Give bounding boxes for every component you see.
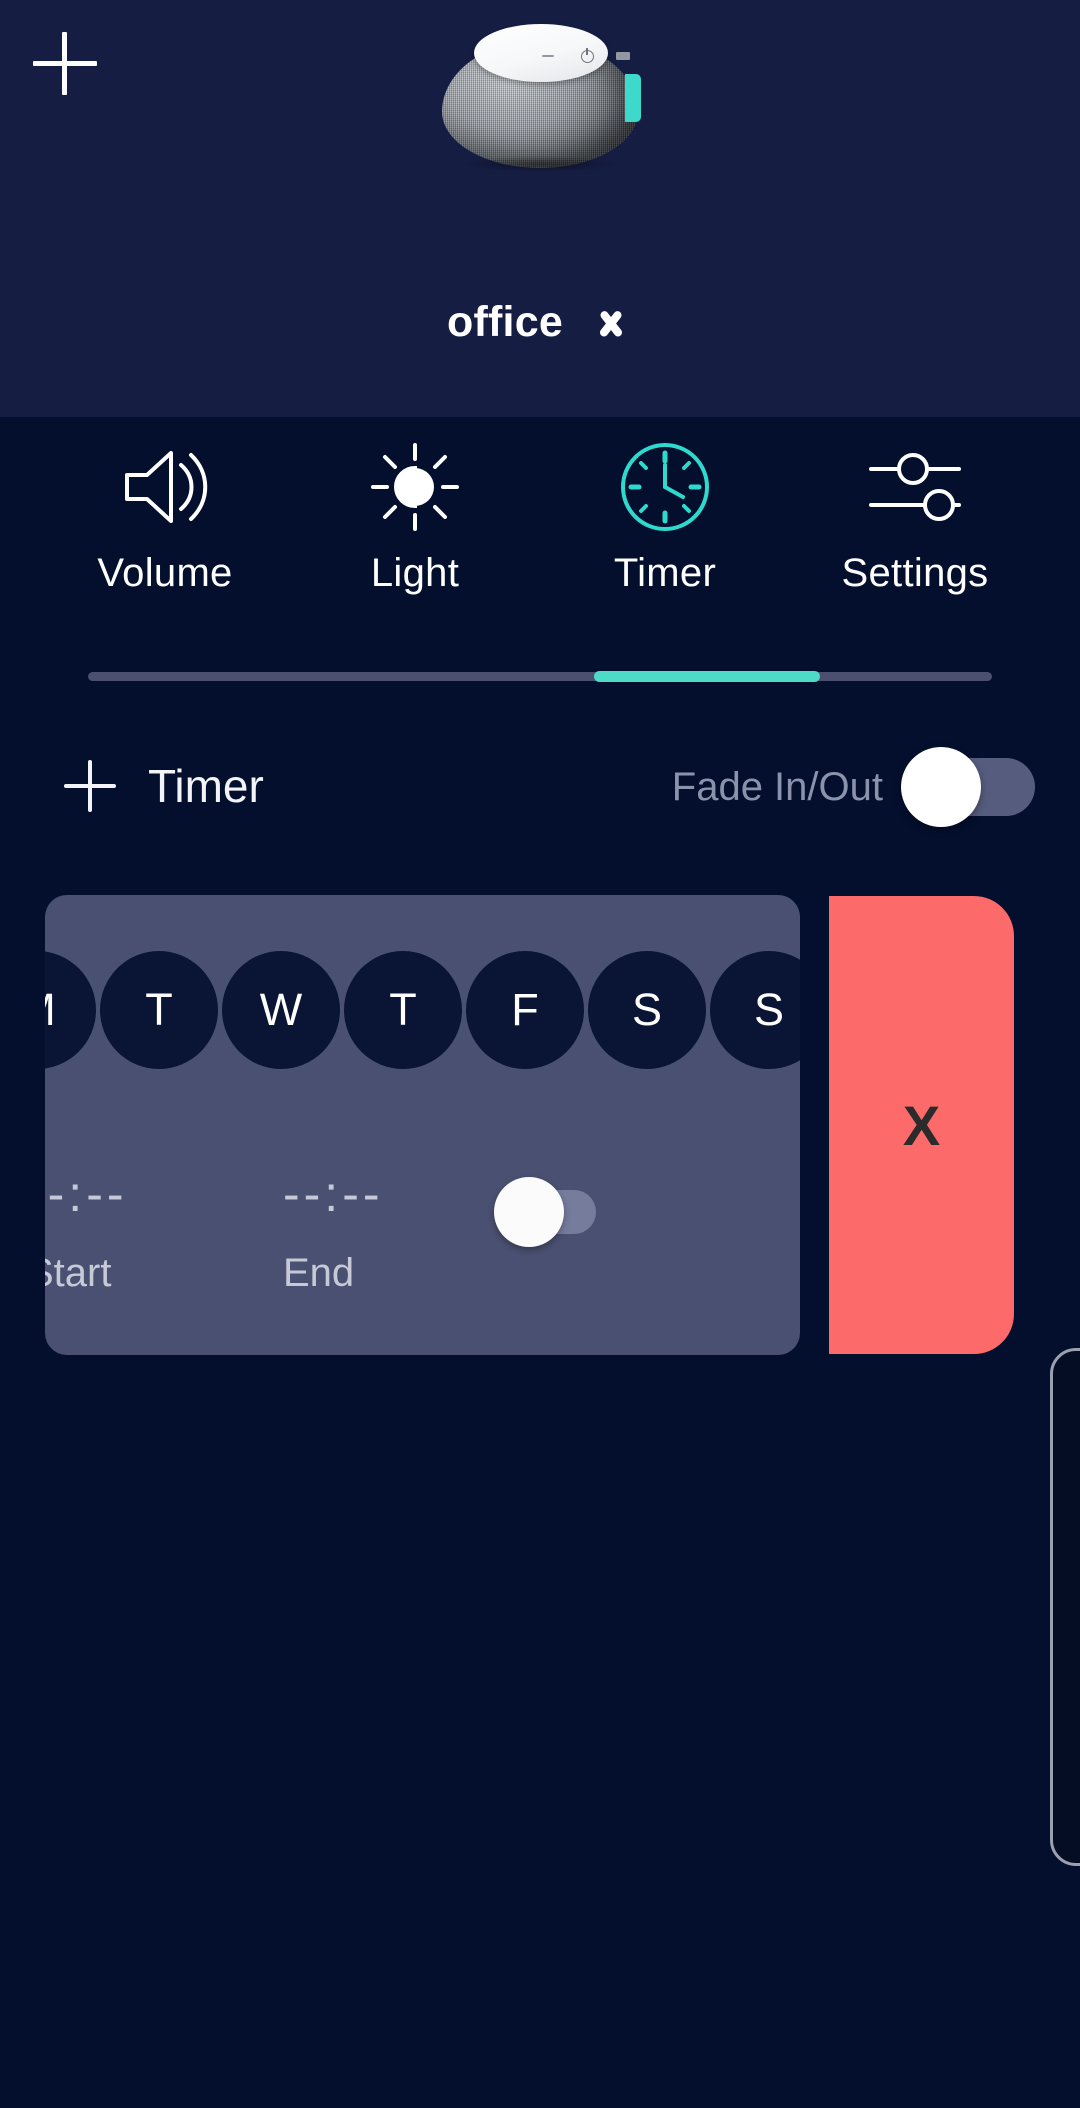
day-chip-thursday[interactable]: T bbox=[344, 951, 462, 1069]
day-chip-friday[interactable]: F bbox=[466, 951, 584, 1069]
plus-icon-vertical bbox=[62, 32, 67, 95]
clock-icon bbox=[615, 437, 715, 537]
tab-settings[interactable]: Settings bbox=[790, 437, 1040, 596]
day-chip-wednesday[interactable]: W bbox=[222, 951, 340, 1069]
end-time-field[interactable]: --:-- End bbox=[283, 1165, 533, 1296]
room-selector[interactable]: office bbox=[0, 298, 1080, 347]
device-image[interactable] bbox=[430, 18, 650, 188]
tab-volume[interactable]: Volume bbox=[40, 437, 290, 596]
start-time-caption: Start bbox=[45, 1251, 112, 1295]
day-chip-sunday[interactable]: S bbox=[710, 951, 800, 1069]
tab-timer[interactable]: Timer bbox=[540, 437, 790, 596]
device-brand-tag bbox=[625, 74, 641, 122]
add-device-button[interactable] bbox=[20, 18, 110, 108]
tab-volume-label: Volume bbox=[97, 551, 233, 595]
time-range-row: --:-- Start --:-- End bbox=[45, 1165, 800, 1355]
timer-enabled-toggle[interactable] bbox=[494, 1177, 596, 1247]
fade-in-out-label: Fade In/Out bbox=[671, 764, 883, 809]
start-time-field[interactable]: --:-- Start bbox=[45, 1165, 277, 1296]
delete-timer-button[interactable]: X bbox=[829, 896, 1014, 1354]
toggle-knob bbox=[901, 747, 981, 827]
sliders-icon bbox=[865, 437, 965, 537]
brightness-icon bbox=[365, 437, 465, 537]
room-name-label: office bbox=[447, 298, 563, 346]
device-top-panel bbox=[474, 24, 630, 82]
volume-icon bbox=[115, 437, 215, 537]
tab-bar: Volume Light Timer Settings bbox=[0, 417, 1080, 697]
end-time-caption: End bbox=[283, 1251, 355, 1295]
tab-light-label: Light bbox=[370, 551, 460, 595]
day-chip-saturday[interactable]: S bbox=[588, 951, 706, 1069]
tab-light[interactable]: Light bbox=[290, 437, 540, 596]
toggle-knob bbox=[494, 1177, 564, 1247]
timer-card[interactable]: M T W T F S S --:-- Start --:-- End bbox=[45, 895, 800, 1355]
fade-in-out-row: Fade In/Out bbox=[671, 747, 1035, 827]
tab-settings-label: Settings bbox=[841, 551, 989, 595]
offscreen-panel-edge bbox=[1050, 1348, 1080, 1866]
plus-icon bbox=[62, 758, 118, 814]
device-power-icon bbox=[581, 48, 594, 63]
chevron-down-icon bbox=[589, 310, 633, 336]
tab-indicator-track bbox=[88, 672, 992, 681]
day-chip-monday[interactable]: M bbox=[45, 951, 96, 1069]
device-minus-icon bbox=[542, 55, 554, 57]
fade-in-out-toggle[interactable] bbox=[901, 747, 1035, 827]
add-timer-label: Timer bbox=[148, 760, 264, 812]
device-battery-icon bbox=[616, 52, 630, 60]
close-icon: X bbox=[902, 1093, 941, 1157]
day-selector: M T W T F S S bbox=[45, 951, 800, 1069]
start-time-value: --:-- bbox=[45, 1166, 128, 1222]
add-timer-button[interactable]: Timer bbox=[62, 758, 264, 814]
tab-indicator-active bbox=[594, 671, 820, 682]
tab-timer-label: Timer bbox=[613, 551, 717, 595]
device-shadow bbox=[462, 156, 620, 172]
header-panel: office bbox=[0, 0, 1080, 417]
day-chip-tuesday[interactable]: T bbox=[100, 951, 218, 1069]
